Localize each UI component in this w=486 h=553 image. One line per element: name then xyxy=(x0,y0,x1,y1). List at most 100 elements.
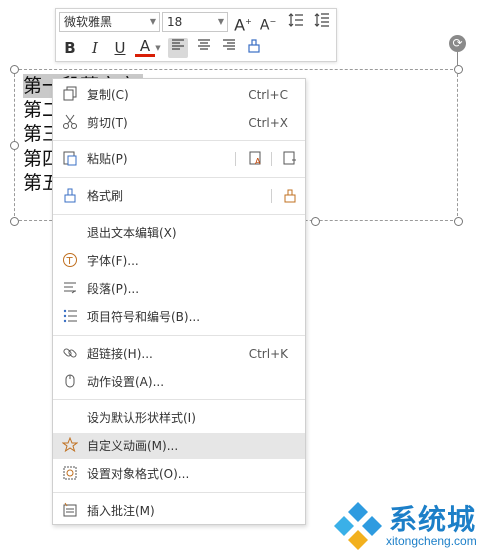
paragraph-spacing-button[interactable] xyxy=(312,12,332,32)
slide-text-line-5[interactable]: 第五 xyxy=(23,171,53,195)
slide-text-line-4[interactable]: 第四 xyxy=(23,147,53,171)
menu-separator xyxy=(53,214,305,215)
chevron-down-icon: ▼ xyxy=(217,17,224,26)
mouse-icon xyxy=(61,373,79,391)
font-color-button[interactable]: A xyxy=(135,38,155,57)
bold-label: B xyxy=(64,39,76,57)
resize-handle-bottom-left[interactable] xyxy=(10,217,19,226)
menu-item-exit-text-edit[interactable]: 退出文本编辑(X) xyxy=(53,220,305,246)
resize-handle-bottom-middle[interactable] xyxy=(311,217,320,226)
menu-item-copy[interactable]: 复制(C) Ctrl+C xyxy=(53,82,305,108)
align-center-icon xyxy=(198,39,210,50)
menu-item-label: 段落(P)... xyxy=(87,282,140,296)
svg-text:T: T xyxy=(66,256,74,267)
link-icon xyxy=(61,345,79,363)
resize-handle-top-right[interactable] xyxy=(454,65,463,74)
menu-item-label: 超链接(H)... xyxy=(87,347,153,361)
context-menu: 复制(C) Ctrl+C 剪切(T) Ctrl+X 粘贴(P) A 格式刷 退出… xyxy=(52,78,306,525)
menu-separator xyxy=(53,399,305,400)
menu-item-shortcut: Ctrl+K xyxy=(248,347,288,361)
font-color-label: A xyxy=(139,37,151,55)
menu-item-label: 复制(C) xyxy=(87,88,129,102)
menu-item-paste[interactable]: 粘贴(P) A xyxy=(53,146,305,172)
menu-item-label: 自定义动画(M)... xyxy=(87,439,179,453)
star-animation-icon xyxy=(61,436,79,455)
resize-handle-bottom-right[interactable] xyxy=(454,217,463,226)
menu-item-custom-animation[interactable]: 自定义动画(M)... xyxy=(53,433,305,459)
svg-text:A: A xyxy=(255,157,261,166)
menu-item-label: 插入批注(M) xyxy=(87,504,155,518)
menu-item-cut[interactable]: 剪切(T) Ctrl+X xyxy=(53,110,305,136)
align-left-button[interactable] xyxy=(168,38,188,58)
menu-item-hyperlink[interactable]: 超链接(H)... Ctrl+K xyxy=(53,341,305,367)
menu-item-action-settings[interactable]: 动作设置(A)... xyxy=(53,369,305,395)
watermark-logo xyxy=(334,502,382,550)
menu-item-label: 字体(F)... xyxy=(87,254,139,268)
menu-item-insert-comment[interactable]: 插入批注(M) xyxy=(53,498,305,524)
menu-item-label: 格式刷 xyxy=(87,189,124,203)
menu-item-label: 项目符号和编号(B)... xyxy=(87,310,201,324)
align-left-icon xyxy=(172,39,184,50)
align-right-icon xyxy=(223,39,235,50)
menu-separator xyxy=(53,177,305,178)
underline-button[interactable]: U xyxy=(110,38,130,58)
align-center-button[interactable] xyxy=(194,38,214,58)
menu-vertical-separator xyxy=(235,152,236,166)
font-color-dropdown[interactable]: ▼ xyxy=(153,38,163,58)
chevron-down-icon: ▼ xyxy=(149,17,156,26)
menu-item-label: 设置对象格式(O)... xyxy=(87,467,190,481)
slide-text-line-3[interactable]: 第三 xyxy=(23,122,53,146)
font-name-select[interactable]: 微软雅黑 ▼ xyxy=(59,12,160,32)
paste-text-only-icon[interactable] xyxy=(281,150,299,168)
menu-item-label: 剪切(T) xyxy=(87,116,128,130)
menu-item-set-default-shape-style[interactable]: 设为默认形状样式(I) xyxy=(53,405,305,431)
italic-button[interactable]: I xyxy=(85,38,105,58)
paste-keep-format-icon[interactable]: A xyxy=(247,150,265,168)
object-format-icon xyxy=(61,465,79,483)
resize-handle-top-left[interactable] xyxy=(10,65,19,74)
paragraph-icon xyxy=(61,280,79,298)
copy-icon xyxy=(61,86,79,104)
mini-format-toolbar: 微软雅黑 ▼ 18 ▼ A+ A− B I U A ▼ xyxy=(55,8,337,62)
grow-font-label: A xyxy=(234,15,246,35)
rotate-handle-icon[interactable]: ⟳ xyxy=(449,35,466,52)
menu-item-bullets-numbering[interactable]: 项目符号和编号(B)... xyxy=(53,304,305,330)
menu-item-font[interactable]: T 字体(F)... xyxy=(53,248,305,274)
font-size-value: 18 xyxy=(167,15,183,29)
menu-item-label: 设为默认形状样式(I) xyxy=(87,411,196,425)
menu-item-format-painter[interactable]: 格式刷 xyxy=(53,183,305,209)
bold-button[interactable]: B xyxy=(60,38,80,58)
scissors-icon xyxy=(61,114,79,132)
resize-handle-middle-left[interactable] xyxy=(10,141,19,150)
menu-separator xyxy=(53,335,305,336)
format-painter-icon xyxy=(248,39,260,53)
comment-icon xyxy=(61,502,79,520)
menu-separator xyxy=(53,492,305,493)
menu-item-label: 动作设置(A)... xyxy=(87,375,165,389)
line-spacing-icon xyxy=(288,13,303,27)
line-spacing-button[interactable] xyxy=(286,12,306,32)
menu-separator xyxy=(53,140,305,141)
paragraph-spacing-icon xyxy=(314,13,329,27)
font-name-value: 微软雅黑 xyxy=(64,15,113,29)
underline-label: U xyxy=(114,39,126,57)
bullets-icon xyxy=(61,308,79,326)
font-size-select[interactable]: 18 ▼ xyxy=(162,12,228,32)
format-painter-icon xyxy=(61,187,79,205)
format-painter-button[interactable] xyxy=(244,38,264,58)
shrink-font-label: A xyxy=(259,17,270,34)
paste-icon xyxy=(61,150,79,168)
format-painter-lock-icon[interactable] xyxy=(281,187,299,205)
align-right-button[interactable] xyxy=(219,38,239,58)
watermark-title: 系统城 xyxy=(389,503,477,536)
rotate-stem xyxy=(457,52,458,66)
menu-vertical-separator xyxy=(271,152,272,166)
grow-font-button[interactable]: A+ xyxy=(233,12,253,35)
slide-text-line-2[interactable]: 第二 xyxy=(23,98,53,122)
menu-item-shortcut: Ctrl+C xyxy=(248,88,288,102)
menu-item-shortcut: Ctrl+X xyxy=(248,116,288,130)
menu-vertical-separator xyxy=(271,189,272,203)
menu-item-format-object[interactable]: 设置对象格式(O)... xyxy=(53,461,305,487)
menu-item-paragraph[interactable]: 段落(P)... xyxy=(53,276,305,302)
shrink-font-button[interactable]: A− xyxy=(258,12,278,34)
